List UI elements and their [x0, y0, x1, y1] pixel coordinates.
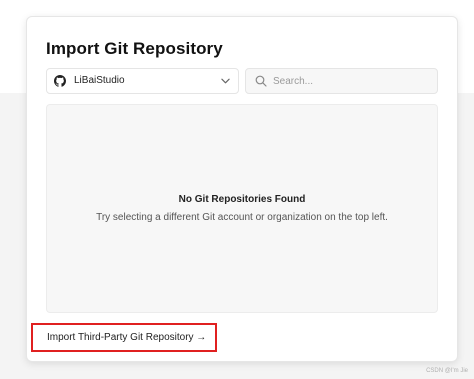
- search-input[interactable]: [273, 71, 433, 91]
- import-third-party-repo-link[interactable]: Import Third-Party Git Repository →: [31, 323, 217, 352]
- empty-state-title: No Git Repositories Found: [178, 194, 306, 205]
- git-account-select[interactable]: LiBaiStudio: [46, 68, 239, 94]
- empty-state-message: Try selecting a different Git account or…: [96, 212, 388, 223]
- dialog-title: Import Git Repository: [46, 39, 223, 58]
- github-icon: [54, 75, 66, 87]
- chevron-down-icon: [221, 78, 230, 84]
- search-icon: [255, 75, 267, 87]
- import-dialog: Import Git Repository LiBaiStudio No Git…: [26, 16, 458, 362]
- watermark: CSDN @I'm Jie: [426, 368, 468, 374]
- repository-list-empty-state: No Git Repositories Found Try selecting …: [46, 104, 438, 313]
- selected-account-label: LiBaiStudio: [74, 75, 125, 86]
- repository-search[interactable]: [245, 68, 438, 94]
